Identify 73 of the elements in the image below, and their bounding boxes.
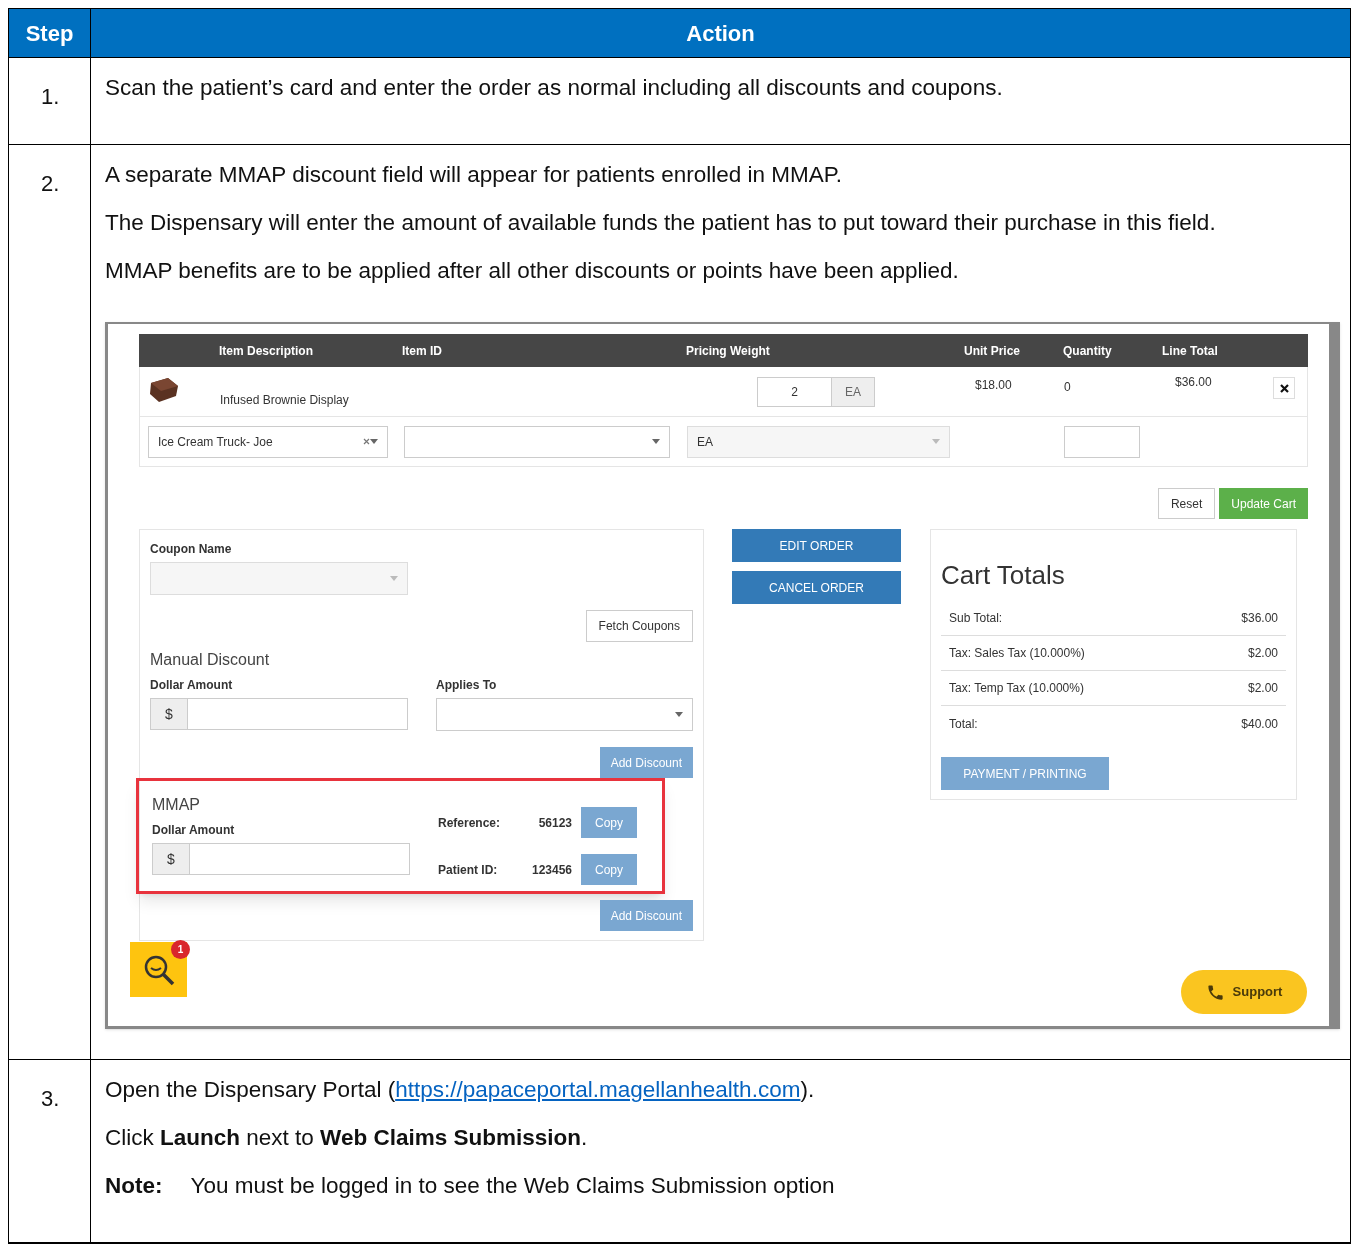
total-label: Total: [949, 715, 978, 733]
select-value: EA [697, 433, 714, 451]
section-title: MMAP [152, 795, 201, 815]
dollar-amount-input[interactable]: $ [150, 698, 408, 730]
remove-button[interactable] [1273, 377, 1295, 399]
card-title: Cart Totals [941, 559, 1066, 592]
column-header: Action [686, 19, 755, 48]
instruction-text: Scan the patient’s card and enter the order as normal including all discounts and coupons. [105, 74, 1004, 102]
caret-icon [370, 439, 378, 444]
close-icon [1279, 383, 1289, 393]
coupon-select[interactable] [150, 562, 408, 595]
field-label: Reference: [438, 814, 502, 832]
quantity-input[interactable] [1064, 425, 1140, 458]
search-widget-button[interactable] [130, 942, 187, 997]
column-header: Quantity [1063, 342, 1113, 360]
phone-icon [1205, 982, 1225, 1002]
instruction-text: MMAP benefits are to be applied after all other discounts or points have been applied. [105, 257, 960, 285]
instruction-text: Open the Dispensary Portal (https://papaceportal.magellanhealth.com). [105, 1076, 816, 1104]
total-value: $2.00 [1247, 645, 1278, 662]
instruction-text: The Dispensary will enter the amount of available funds the patient has to put toward their purchase in this field. [105, 209, 1217, 237]
field-label: Dollar Amount [150, 677, 234, 694]
total-value: $40.00 [1241, 715, 1278, 733]
caret-icon [652, 439, 660, 444]
support-button[interactable]: Support [1181, 970, 1307, 1014]
column-header: Item Description [219, 342, 315, 360]
step-number: 2. [41, 171, 60, 196]
step-number: 3. [41, 1086, 60, 1111]
unit-price: $18.00 [974, 377, 1013, 394]
field-value: 123456 [530, 861, 572, 879]
currency-addon: $ [151, 699, 188, 729]
quantity-value: 0 [1064, 379, 1072, 396]
field-value: 56123 [537, 814, 572, 832]
total-label: Tax: Sales Tax (10.000%) [949, 645, 1085, 662]
column-header: Line Total [1162, 342, 1219, 360]
brownie-thumbnail-icon [148, 377, 180, 403]
fetch-coupons-button[interactable]: Fetch Coupons [585, 610, 693, 642]
caret-icon [675, 712, 683, 717]
currency-addon: $ [153, 844, 190, 874]
column-header: Unit Price [964, 342, 1021, 360]
total-label: Sub Total: [949, 610, 1003, 627]
product-select[interactable] [404, 425, 670, 458]
column-header: Step [25, 19, 74, 48]
clear-icon [363, 438, 370, 445]
total-value: $36.00 [1241, 610, 1278, 627]
reset-button[interactable]: Reset [1157, 488, 1216, 519]
item-description: Infused Brownie Display [220, 392, 350, 409]
column-header: Pricing Weight [686, 342, 771, 360]
field-label: Applies To [436, 677, 498, 694]
note-label: Note: [105, 1172, 163, 1200]
section-title: Manual Discount [150, 650, 271, 670]
customer-select[interactable]: Ice Cream Truck- Joe [148, 425, 388, 458]
total-label: Tax: Temp Tax (10.000%) [949, 680, 1084, 697]
applies-to-select[interactable] [436, 698, 693, 731]
total-value: $2.00 [1247, 680, 1278, 697]
portal-link[interactable]: https://papaceportal.magellanhealth.com [395, 1077, 801, 1102]
dollar-amount-input[interactable]: $ [152, 843, 410, 875]
field-label: Dollar Amount [152, 822, 236, 839]
line-total: $36.00 [1175, 374, 1212, 391]
step-number: 1. [41, 84, 60, 109]
instruction-text: Click Launch next to Web Claims Submission. [105, 1124, 589, 1152]
column-header: Item ID [402, 342, 443, 360]
caret-icon [932, 439, 940, 444]
unit-select[interactable]: EA [687, 425, 950, 458]
note-text: You must be logged in to see the Web Claims Submission option [190, 1172, 835, 1200]
field-label: Coupon Name [150, 541, 233, 558]
instruction-text: A separate MMAP discount field will appear for patients enrolled in MMAP. [105, 161, 844, 189]
field-label: Patient ID: [438, 861, 499, 879]
order-button[interactable]: CANCEL ORDER [732, 571, 901, 604]
order-button[interactable]: EDIT ORDER [732, 529, 901, 562]
unit-addon: EA [832, 377, 875, 407]
weight-input[interactable]: 2 [757, 377, 832, 407]
select-value: Ice Cream Truck- Joe [158, 433, 274, 451]
caret-icon [390, 576, 398, 581]
